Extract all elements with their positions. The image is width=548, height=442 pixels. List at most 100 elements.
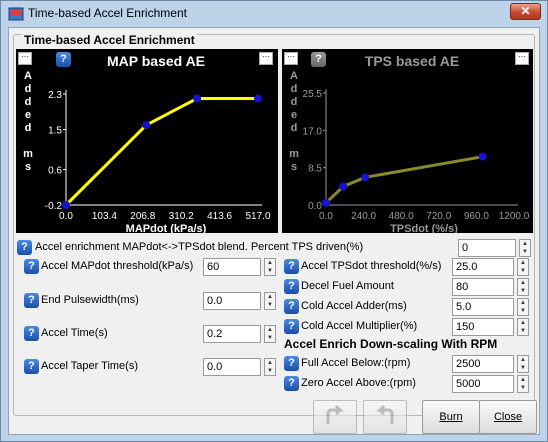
left_fields-input-0[interactable] — [203, 258, 261, 276]
rpm_fields-input-1[interactable] — [452, 375, 514, 393]
app-window: Time-based Accel Enrichment ✕ Time-based… — [0, 0, 548, 442]
y-tick-label: 8.5 — [308, 164, 322, 175]
window-title: Time-based Accel Enrichment — [28, 6, 187, 20]
right_fields-input-2[interactable] — [452, 298, 514, 316]
right_fields-spinner-3[interactable]: ▲ ▼ — [517, 318, 529, 336]
left_fields-help-icon-0[interactable]: ? — [24, 259, 39, 274]
close-label: Close — [493, 411, 523, 423]
rpm-section-title: Accel Enrich Down-scaling With RPM — [284, 337, 498, 351]
rpm_fields-help-icon-0[interactable]: ? — [284, 356, 299, 371]
right_fields-help-icon-3[interactable]: ? — [284, 319, 299, 334]
right_fields-label-3: Cold Accel Multiplier(%) — [301, 320, 418, 332]
left_fields-input-1[interactable] — [203, 292, 261, 310]
rpm_fields-label-0: Full Accel Below:(rpm) — [301, 357, 411, 369]
tps-chart[interactable]: 25.517.08.50.00.0 240.0 480.0 720.0 960.0 120… — [282, 49, 533, 233]
x-tick-label: 517.0 — [245, 211, 270, 222]
right_fields-input-0[interactable] — [452, 258, 514, 276]
right_fields-help-icon-1[interactable]: ? — [284, 279, 299, 294]
x-tick-label: 310.2 — [169, 211, 194, 222]
dialog-body: Time-based Accel Enrichment ··· ? ··· MA… — [8, 27, 540, 435]
y-axis-label-char: s — [25, 161, 31, 173]
accel-enrichment-group: Time-based Accel Enrichment ··· ? ··· MA… — [13, 33, 535, 416]
data-point[interactable] — [339, 182, 348, 191]
left_fields-help-icon-3[interactable]: ? — [24, 359, 39, 374]
data-point[interactable] — [361, 173, 370, 182]
blend-spinner[interactable]: ▲ ▼ — [519, 239, 531, 257]
undo-button[interactable] — [313, 400, 357, 434]
redo-icon — [376, 404, 394, 424]
left_fields-label-3: Accel Taper Time(s) — [41, 360, 138, 372]
y-axis-label-char: d — [25, 83, 32, 95]
undo-icon — [326, 404, 344, 424]
x-axis-label: TPSdot (%/s) — [390, 223, 458, 233]
y-axis-label-char: s — [291, 161, 297, 173]
x-tick-label: 960.0 — [464, 211, 489, 222]
y-axis-label-char: A — [24, 70, 32, 82]
y-axis-label-char: e — [25, 109, 31, 121]
left_fields-input-2[interactable] — [203, 325, 261, 343]
rpm_fields-help-icon-1[interactable]: ? — [284, 376, 299, 391]
data-point[interactable] — [62, 201, 70, 209]
rpm_fields-spinner-1[interactable]: ▲ ▼ — [517, 375, 529, 393]
left_fields-spinner-2[interactable]: ▲ ▼ — [264, 325, 276, 343]
x-tick-label: 480.0 — [389, 211, 414, 222]
x-tick-label: 240.0 — [351, 211, 376, 222]
group-title: Time-based Accel Enrichment — [22, 33, 197, 47]
y-axis-label-char: e — [291, 109, 297, 121]
y-tick-label: 25.5 — [303, 89, 323, 100]
x-tick-label: 413.6 — [207, 211, 232, 222]
right_fields-input-1[interactable] — [452, 278, 514, 296]
rpm_fields-label-1: Zero Accel Above:(rpm) — [301, 377, 416, 389]
data-point[interactable] — [478, 152, 487, 161]
x-axis-label: MAPdot (kPa/s) — [126, 223, 207, 233]
y-axis-label-char: m — [23, 148, 33, 160]
x-tick-label: 103.4 — [92, 211, 117, 222]
y-tick-label: 1.5 — [48, 126, 62, 137]
series-line — [64, 96, 258, 207]
left_fields-spinner-1[interactable]: ▲ ▼ — [264, 292, 276, 310]
left_fields-spinner-3[interactable]: ▲ ▼ — [264, 358, 276, 376]
right_fields-spinner-2[interactable]: ▲ ▼ — [517, 298, 529, 316]
right_fields-label-2: Cold Accel Adder(ms) — [301, 300, 407, 312]
data-point[interactable] — [322, 198, 330, 207]
burn-button[interactable]: Burn — [422, 400, 480, 434]
data-point[interactable] — [193, 94, 202, 103]
blend-label: Accel enrichment MAPdot<->TPSdot blend. … — [35, 241, 364, 253]
rpm_fields-input-0[interactable] — [452, 355, 514, 373]
left_fields-help-icon-1[interactable]: ? — [24, 293, 39, 308]
window-close-button[interactable]: ✕ — [510, 3, 541, 20]
y-axis-label-char: d — [291, 122, 298, 134]
right_fields-spinner-1[interactable]: ▲ ▼ — [517, 278, 529, 296]
blend-input[interactable] — [458, 239, 516, 257]
redo-button[interactable] — [363, 400, 407, 434]
right_fields-spinner-0[interactable]: ▲ ▼ — [517, 258, 529, 276]
y-tick-label: 0.6 — [48, 165, 62, 176]
left_fields-spinner-0[interactable]: ▲ ▼ — [264, 258, 276, 276]
rpm_fields-spinner-0[interactable]: ▲ ▼ — [517, 355, 529, 373]
left_fields-input-3[interactable] — [203, 358, 261, 376]
data-point[interactable] — [254, 94, 262, 103]
x-tick-label: 0.0 — [59, 211, 73, 222]
y-axis-label-char: m — [289, 148, 299, 160]
x-tick-label: 0.0 — [319, 211, 333, 222]
right_fields-label-0: Accel TPSdot threshold(%/s) — [301, 260, 442, 272]
close-button[interactable]: Close — [479, 400, 537, 434]
right_fields-help-icon-2[interactable]: ? — [284, 299, 299, 314]
right_fields-input-3[interactable] — [452, 318, 514, 336]
y-axis-label-char: d — [291, 96, 298, 108]
blend-help-icon[interactable]: ? — [17, 240, 32, 255]
x-tick-label: 1200.0 — [499, 211, 530, 222]
right_fields-label-1: Decel Fuel Amount — [301, 280, 394, 292]
map-chart-panel: ··· ? ··· MAP based AE 2.3 1.5 0.6 -0.2 0.0 1… — [16, 49, 278, 233]
tps-chart-panel: ··· ? ··· TPS based AE 25.5 17.0 8.5 0.0 0.0… — [282, 49, 533, 233]
left_fields-help-icon-2[interactable]: ? — [24, 326, 39, 341]
series-line — [324, 155, 483, 204]
right_fields-help-icon-0[interactable]: ? — [284, 259, 299, 274]
y-tick-label: 17.0 — [303, 126, 323, 137]
map-chart[interactable]: 2.31.50.6-0.20.0 103.4 206.8 310.2 413.6 517.… — [16, 49, 278, 233]
app-icon — [8, 7, 24, 21]
y-tick-label: 2.3 — [48, 90, 62, 101]
y-axis-label-char: d — [291, 83, 298, 95]
data-point[interactable] — [142, 121, 151, 130]
x-tick-label: 720.0 — [426, 211, 451, 222]
